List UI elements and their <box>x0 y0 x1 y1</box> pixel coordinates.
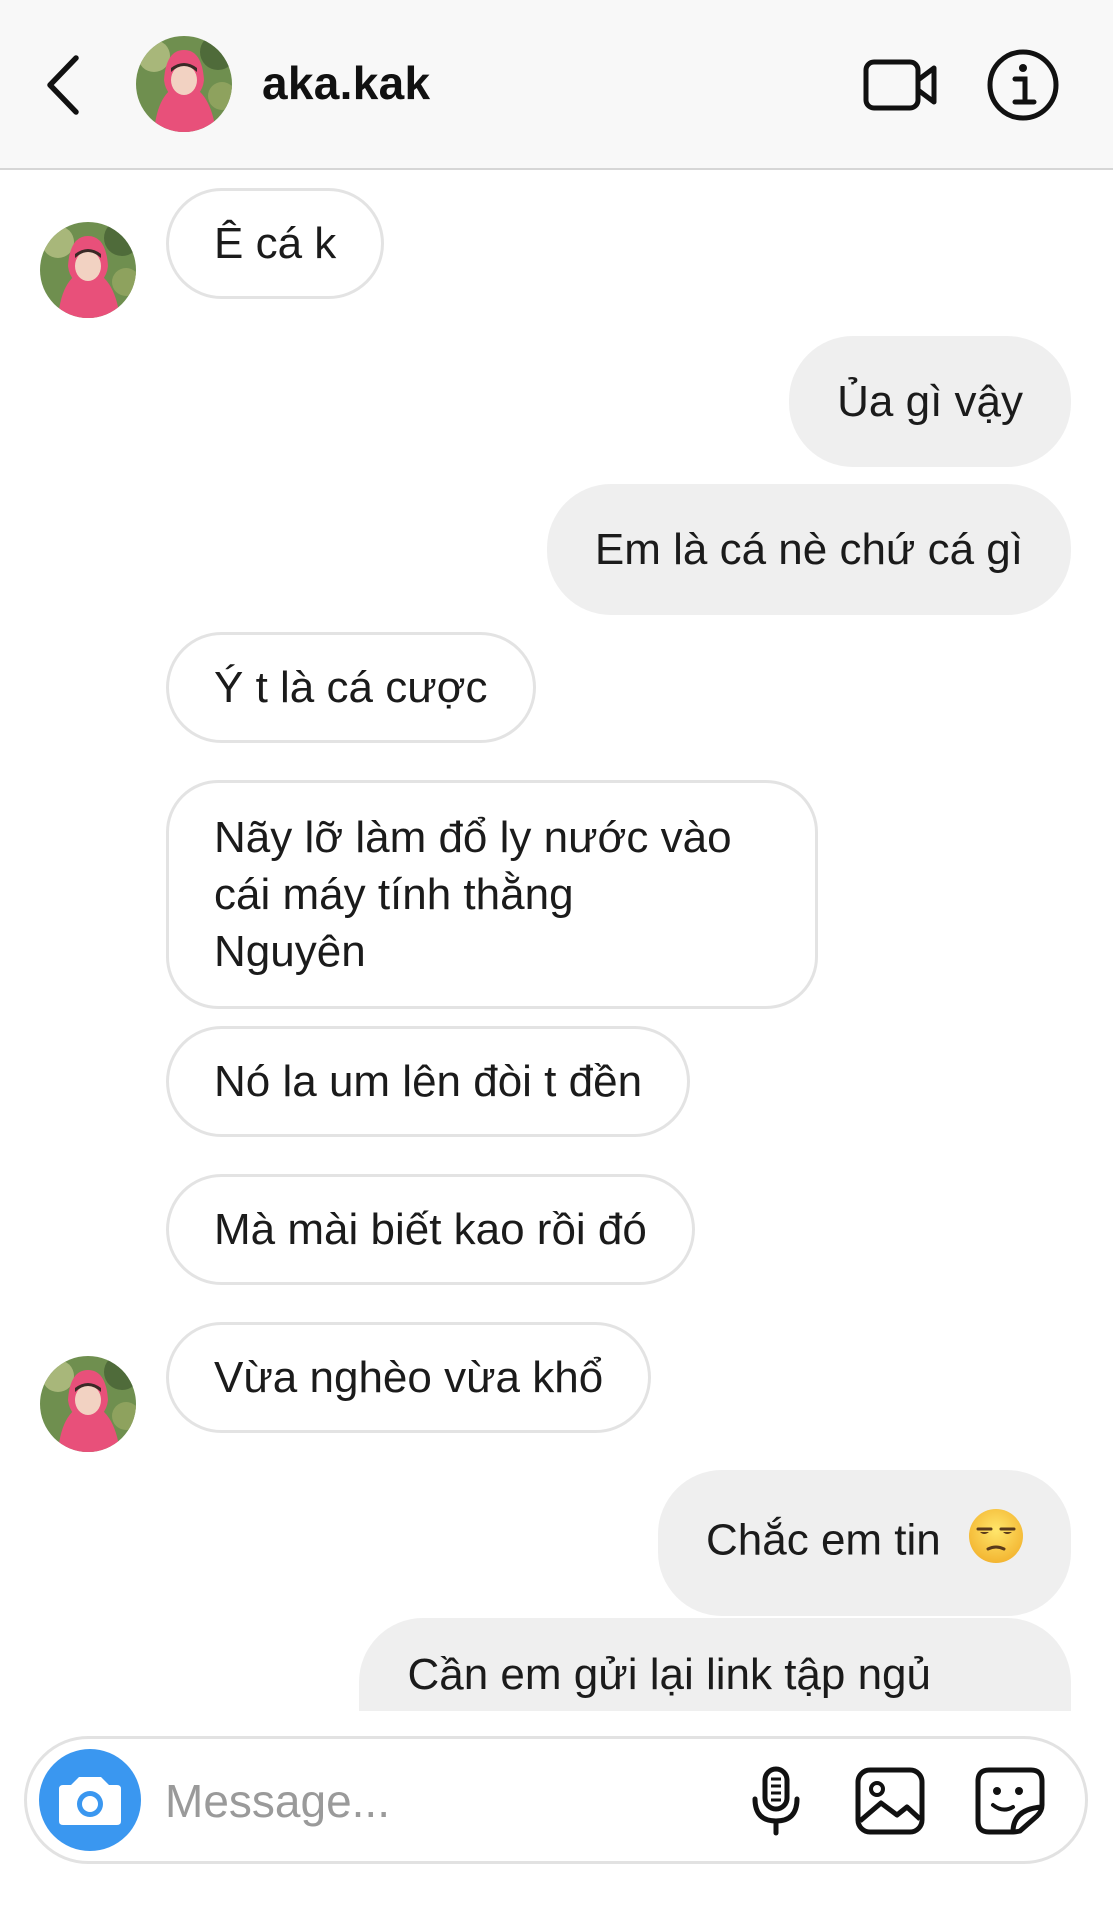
message-outgoing[interactable]: Cần em gửi lại link tập ngủ <box>359 1618 1071 1711</box>
header-avatar[interactable] <box>136 36 232 132</box>
message-outgoing[interactable]: Chắc em tin <box>658 1470 1071 1616</box>
message-incoming[interactable]: Nãy lỡ làm đổ ly nước vào cái máy tính t… <box>166 780 818 1009</box>
message-text: Chắc em tin <box>706 1515 941 1565</box>
back-button[interactable] <box>40 50 90 120</box>
message-outgoing[interactable]: Em là cá nè chứ cá gì <box>546 484 1071 615</box>
sticker-icon <box>975 1767 1045 1835</box>
message-outgoing[interactable]: Ủa gì vậy <box>789 336 1071 467</box>
gallery-icon <box>855 1767 925 1835</box>
info-icon <box>987 49 1059 121</box>
message-text: Cần em gửi lại link tập ngủ <box>407 1650 931 1699</box>
message-text: Em là cá nè chứ cá gì <box>594 525 1023 574</box>
video-call-button[interactable] <box>860 50 940 120</box>
message-line: Nguyên <box>214 927 366 976</box>
message-incoming[interactable]: Mà mài biết kao rồi đó <box>166 1174 695 1285</box>
sender-avatar[interactable] <box>40 222 136 318</box>
message-text: Mà mài biết kao rồi đó <box>214 1205 647 1254</box>
message-text: Ý t là cá cược <box>214 663 488 712</box>
camera-button[interactable] <box>39 1749 141 1851</box>
unamused-face-icon <box>967 1507 1025 1579</box>
message-incoming[interactable]: Ê cá k <box>166 188 385 299</box>
message-list[interactable]: Ê cá k Ủa gì vậy Em là cá nè chứ cá gì Ý… <box>0 168 1113 1711</box>
microphone-button[interactable] <box>741 1765 811 1842</box>
info-button[interactable] <box>984 46 1062 124</box>
chat-header: aka.kak <box>0 0 1113 170</box>
message-incoming[interactable]: Ý t là cá cược <box>166 632 536 743</box>
gallery-button[interactable] <box>853 1765 927 1842</box>
message-text: Ê cá k <box>214 219 337 268</box>
message-text: Vừa nghèo vừa khổ <box>214 1353 604 1402</box>
message-text: Ủa gì vậy <box>837 377 1023 426</box>
message-composer <box>24 1736 1088 1864</box>
message-input[interactable] <box>163 1769 617 1833</box>
chevron-left-icon <box>47 55 79 115</box>
sticker-button[interactable] <box>973 1765 1047 1842</box>
microphone-icon <box>752 1766 800 1836</box>
video-camera-icon <box>863 59 937 111</box>
message-text: Nó la um lên đòi t đền <box>214 1057 643 1106</box>
chat-screen: aka.kak Ê cá k Ủa gì vậy Em là cá nè chứ… <box>0 0 1113 1920</box>
message-line: Nãy lỡ làm đổ ly nước vào <box>214 813 732 862</box>
message-incoming[interactable]: Vừa nghèo vừa khổ <box>166 1322 652 1433</box>
sender-avatar[interactable] <box>40 1356 136 1452</box>
camera-icon <box>59 1777 121 1825</box>
chat-username[interactable]: aka.kak <box>262 56 430 110</box>
message-line: cái máy tính thằng <box>214 870 574 919</box>
message-incoming[interactable]: Nó la um lên đòi t đền <box>166 1026 691 1137</box>
